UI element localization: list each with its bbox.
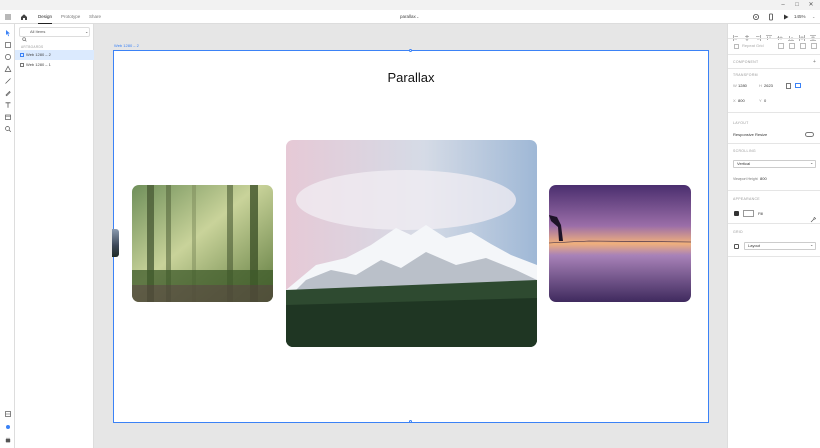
grid-select[interactable]: Layout bbox=[744, 242, 816, 250]
page-heading[interactable]: Parallax bbox=[114, 70, 708, 85]
transform-section-label: TRANSFORM bbox=[733, 73, 758, 77]
x-label: X bbox=[733, 98, 736, 103]
select-tool-icon[interactable] bbox=[3, 28, 12, 37]
zoom-chevron-down-icon[interactable]: ⌄ bbox=[812, 10, 815, 24]
grid-select-value: Layout bbox=[748, 243, 761, 248]
layer-item-label: Web 1280 – 1 bbox=[26, 62, 51, 67]
carousel-image-sunset[interactable] bbox=[549, 185, 691, 302]
grid-checkbox[interactable] bbox=[734, 244, 739, 249]
height-label: H bbox=[759, 83, 762, 88]
scrolling-chevron-down-icon[interactable]: ⌄ bbox=[810, 160, 813, 165]
layers-filter[interactable]: All Items bbox=[19, 27, 90, 37]
responsive-resize-label: Responsive Resize bbox=[733, 132, 768, 137]
layer-item-label: Web 1280 – 2 bbox=[26, 52, 51, 57]
artboard-tool-icon[interactable] bbox=[3, 112, 12, 121]
align-bottom-icon[interactable] bbox=[788, 28, 794, 41]
width-label: W bbox=[733, 83, 737, 88]
layers-panel: All Items ⌄ ARTBOARDS Web 1280 – 2 Web 1… bbox=[15, 24, 94, 448]
boolean-exclude-icon[interactable] bbox=[811, 43, 817, 49]
hamburger-menu-icon[interactable] bbox=[4, 13, 12, 21]
y-field[interactable]: 0 bbox=[764, 98, 766, 103]
filter-chevron-down-icon[interactable]: ⌄ bbox=[85, 27, 88, 37]
align-middle-icon[interactable] bbox=[777, 28, 783, 40]
search-icon bbox=[22, 29, 27, 42]
distribute-vertical-icon[interactable] bbox=[810, 28, 816, 41]
tool-bar bbox=[0, 24, 15, 448]
layer-item-web-1280-2[interactable]: Web 1280 – 2 bbox=[15, 50, 94, 60]
artboard-icon bbox=[20, 53, 24, 57]
add-component-icon[interactable]: + bbox=[813, 59, 816, 65]
plugins-icon[interactable] bbox=[3, 435, 12, 444]
line-tool-icon[interactable] bbox=[3, 76, 12, 85]
artboards-section-label: ARTBOARDS bbox=[21, 45, 44, 49]
tab-design[interactable]: Design bbox=[38, 11, 53, 24]
layers-icon[interactable] bbox=[3, 422, 12, 431]
design-canvas[interactable]: Web 1280 – 2 Parallax bbox=[94, 24, 727, 448]
artboard-label[interactable]: Web 1280 – 2 bbox=[114, 43, 139, 48]
rectangle-tool-icon[interactable] bbox=[3, 40, 12, 49]
viewport-height-label: Viewport Height bbox=[733, 177, 758, 181]
viewport-height-field[interactable]: 800 bbox=[760, 176, 767, 181]
resize-handle-bottom[interactable] bbox=[409, 420, 412, 423]
close-window-button[interactable]: ✕ bbox=[802, 0, 820, 10]
carousel-image-forest[interactable] bbox=[132, 185, 273, 302]
boolean-add-icon[interactable] bbox=[778, 43, 784, 49]
grid-chevron-down-icon[interactable]: ⌄ bbox=[810, 242, 813, 247]
align-left-icon[interactable] bbox=[733, 28, 739, 41]
repeat-grid-button[interactable]: Repeat Grid bbox=[742, 43, 764, 48]
carousel-image-edge-left[interactable] bbox=[112, 229, 119, 257]
appearance-section-label: APPEARANCE bbox=[733, 197, 760, 201]
layers-filter-label: All Items bbox=[30, 29, 46, 34]
artboard[interactable]: Parallax bbox=[112, 49, 709, 423]
properties-panel: Repeat Grid COMPONENT + TRANSFORM W 1280… bbox=[727, 24, 820, 448]
y-label: Y bbox=[759, 98, 762, 103]
mobile-preview-icon[interactable] bbox=[767, 13, 775, 21]
align-right-icon[interactable] bbox=[755, 28, 761, 41]
layer-item-web-1280-1[interactable]: Web 1280 – 1 bbox=[15, 60, 94, 70]
landscape-orientation-icon[interactable] bbox=[795, 83, 801, 88]
boolean-subtract-icon[interactable] bbox=[789, 43, 795, 49]
portrait-orientation-icon[interactable] bbox=[786, 83, 791, 89]
scrolling-select[interactable]: Vertical bbox=[733, 160, 816, 168]
zoom-tool-icon[interactable] bbox=[3, 124, 12, 133]
scrolling-select-value: Vertical bbox=[737, 161, 751, 166]
polygon-tool-icon[interactable] bbox=[3, 64, 12, 73]
carousel-image-mountain[interactable] bbox=[286, 140, 537, 347]
fill-label: Fill bbox=[758, 211, 764, 216]
title-bar: – □ ✕ bbox=[0, 0, 820, 10]
align-center-icon[interactable] bbox=[744, 28, 750, 41]
tab-share[interactable]: Share bbox=[89, 10, 101, 24]
eyedropper-icon[interactable] bbox=[810, 210, 816, 223]
resize-handle-top[interactable] bbox=[409, 49, 412, 52]
home-icon[interactable] bbox=[20, 13, 28, 21]
top-bar: Design Prototype Share parallax ⌄ 145% ⌄ bbox=[0, 10, 820, 24]
distribute-horizontal-icon[interactable] bbox=[799, 28, 805, 41]
fill-checkbox[interactable] bbox=[734, 211, 739, 216]
title-chevron-down-icon[interactable]: ⌄ bbox=[416, 10, 419, 24]
assets-icon[interactable] bbox=[3, 409, 12, 418]
preview-device-icon[interactable] bbox=[752, 13, 760, 21]
text-tool-icon[interactable] bbox=[3, 100, 12, 109]
width-field[interactable]: 1280 bbox=[738, 83, 747, 88]
pen-tool-icon[interactable] bbox=[3, 88, 12, 97]
fill-color-swatch[interactable] bbox=[743, 210, 754, 217]
repeat-grid-icon bbox=[734, 44, 739, 49]
artboard-icon bbox=[20, 63, 24, 67]
responsive-resize-toggle[interactable] bbox=[805, 132, 814, 137]
layout-section-label: LAYOUT bbox=[733, 121, 749, 125]
tab-prototype[interactable]: Prototype bbox=[61, 10, 80, 24]
document-title[interactable]: parallax bbox=[400, 10, 416, 24]
height-field[interactable]: 2623 bbox=[764, 83, 773, 88]
zoom-level[interactable]: 145% bbox=[794, 10, 806, 24]
align-top-icon[interactable] bbox=[766, 28, 772, 40]
boolean-intersect-icon[interactable] bbox=[800, 43, 806, 49]
x-field[interactable]: 800 bbox=[738, 98, 745, 103]
component-section-label: COMPONENT bbox=[733, 60, 759, 64]
ellipse-tool-icon[interactable] bbox=[3, 52, 12, 61]
scrolling-section-label: SCROLLING bbox=[733, 149, 756, 153]
grid-section-label: GRID bbox=[733, 230, 743, 234]
play-icon[interactable] bbox=[782, 13, 790, 21]
